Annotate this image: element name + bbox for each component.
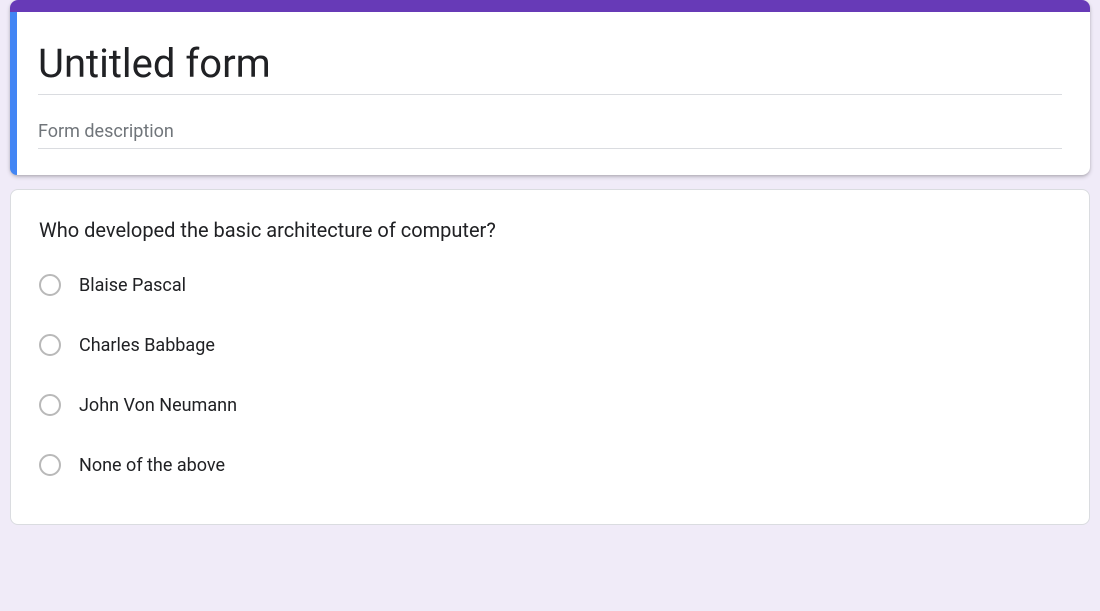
header-accent-bar bbox=[10, 0, 1090, 12]
radio-icon[interactable] bbox=[39, 274, 61, 296]
question-card[interactable]: Who developed the basic architecture of … bbox=[10, 189, 1090, 525]
header-content bbox=[10, 12, 1090, 175]
radio-icon[interactable] bbox=[39, 454, 61, 476]
option-label[interactable]: Blaise Pascal bbox=[79, 275, 186, 296]
form-description-input[interactable] bbox=[38, 115, 1062, 149]
option-label[interactable]: None of the above bbox=[79, 455, 225, 476]
header-selected-indicator bbox=[10, 12, 17, 175]
radio-icon[interactable] bbox=[39, 334, 61, 356]
option-row[interactable]: Charles Babbage bbox=[39, 334, 1061, 356]
option-row[interactable]: Blaise Pascal bbox=[39, 274, 1061, 296]
option-row[interactable]: John Von Neumann bbox=[39, 394, 1061, 416]
option-row[interactable]: None of the above bbox=[39, 454, 1061, 476]
question-text[interactable]: Who developed the basic architecture of … bbox=[39, 218, 1061, 242]
form-header-card bbox=[10, 0, 1090, 175]
form-title-input[interactable] bbox=[38, 34, 1062, 95]
radio-icon[interactable] bbox=[39, 394, 61, 416]
option-label[interactable]: John Von Neumann bbox=[79, 395, 237, 416]
option-label[interactable]: Charles Babbage bbox=[79, 335, 215, 356]
